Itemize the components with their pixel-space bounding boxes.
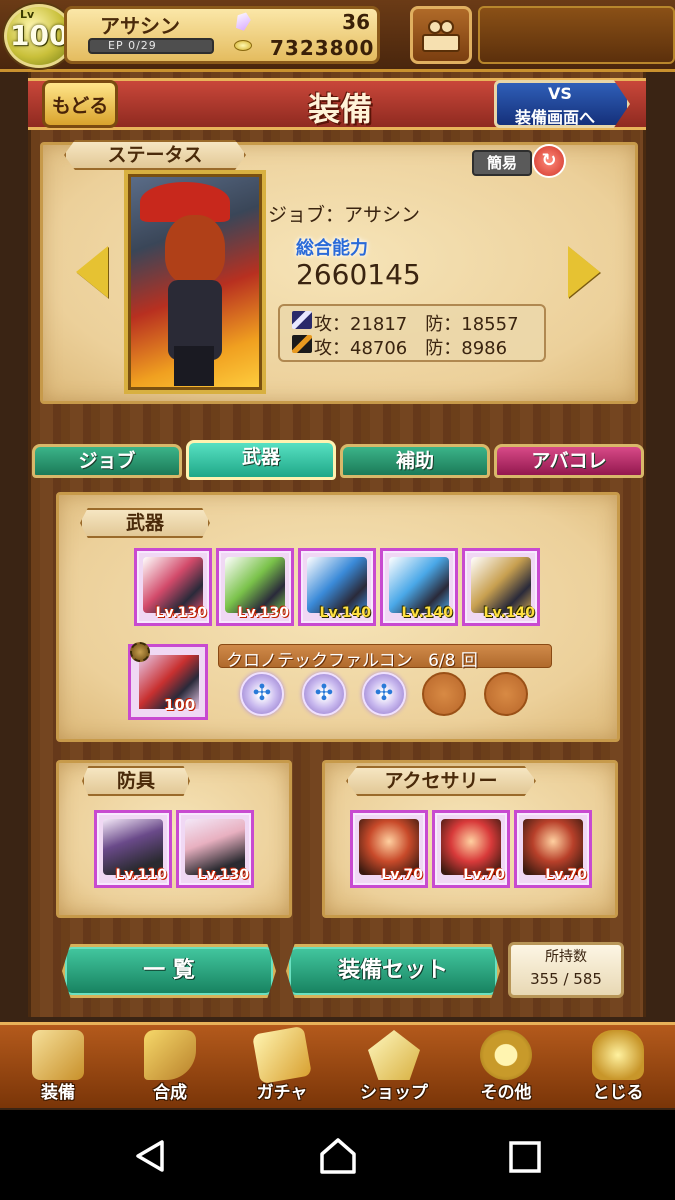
gold-icon bbox=[234, 40, 252, 51]
accessory-slot-1[interactable]: Lv.70 bbox=[350, 810, 428, 888]
gold-count: 7323800 bbox=[270, 36, 375, 60]
crystal-count: 36 bbox=[342, 10, 370, 34]
android-navigation-bar bbox=[0, 1110, 675, 1200]
nav-label: とじる bbox=[592, 1083, 644, 1103]
armor-level-1: Lv.110 bbox=[115, 867, 167, 883]
accessory-level-3: Lv.70 bbox=[545, 867, 587, 883]
page-title: 装備 bbox=[307, 90, 372, 128]
list-button[interactable]: 一 覧 bbox=[62, 944, 276, 998]
staff-icon bbox=[292, 335, 312, 353]
simple-view-toggle[interactable]: 簡易 bbox=[472, 150, 532, 176]
selected-weapon-level: 100 bbox=[164, 696, 196, 714]
header-decoration bbox=[478, 6, 675, 64]
weapon-slot-2[interactable]: Lv.130 bbox=[216, 548, 294, 626]
accessory-slot-3[interactable]: Lv.70 bbox=[514, 810, 592, 888]
armor-section-title: 防具 bbox=[82, 766, 190, 796]
armor-slot-1[interactable]: Lv.110 bbox=[94, 810, 172, 888]
weapon-level-2: Lv.130 bbox=[237, 605, 289, 621]
refresh-icon[interactable]: ↻ bbox=[532, 144, 566, 178]
skill-icon: ✣ bbox=[252, 681, 272, 706]
tab-avacolle[interactable]: アバコレ bbox=[494, 444, 644, 478]
inventory-count-label: 所持数 bbox=[545, 949, 587, 965]
level-value: 100 bbox=[10, 19, 69, 52]
nav-other[interactable]: その他 bbox=[450, 1026, 562, 1106]
tab-support[interactable]: 補助 bbox=[340, 444, 490, 478]
back-button[interactable]: もどる bbox=[42, 80, 118, 128]
gacha-icon bbox=[252, 1025, 312, 1085]
weapon-name-text: クロノテックファルコン bbox=[226, 651, 413, 671]
accessory-level-1: Lv.70 bbox=[381, 867, 423, 883]
nav-close[interactable]: とじる bbox=[562, 1026, 674, 1106]
total-power-value: 2660145 bbox=[296, 258, 421, 291]
player-name: アサシン bbox=[100, 14, 180, 38]
weapon-level-3: Lv.140 bbox=[319, 605, 371, 621]
tab-weapon[interactable]: 武器 bbox=[186, 440, 336, 480]
back-triangle-icon[interactable] bbox=[132, 1138, 168, 1174]
nav-label: 装備 bbox=[41, 1083, 75, 1103]
character-hair bbox=[165, 215, 225, 285]
skill-slot-3[interactable]: ✣ bbox=[362, 672, 406, 716]
armor-level-2: Lv.130 bbox=[197, 867, 249, 883]
vs-button-label-top: VS bbox=[548, 84, 572, 103]
vs-button-label-bottom: 装備画面へ bbox=[514, 108, 595, 127]
skill-slot-4[interactable] bbox=[422, 672, 466, 716]
skill-slot-2[interactable]: ✣ bbox=[302, 672, 346, 716]
weapon-slot-5[interactable]: Lv.140 bbox=[462, 548, 540, 626]
recents-square-icon[interactable] bbox=[508, 1140, 542, 1174]
equip-icon bbox=[32, 1030, 84, 1080]
accessory-section-title: アクセサリー bbox=[346, 766, 536, 796]
job-label: ジョブ：アサシン bbox=[268, 204, 421, 226]
nav-label: ショップ bbox=[360, 1083, 428, 1103]
skill-icon: ✣ bbox=[314, 681, 334, 706]
skill-icon: ✣ bbox=[374, 681, 394, 706]
weapon-level-4: Lv.140 bbox=[401, 605, 453, 621]
weapon-slot-1[interactable]: Lv.130 bbox=[134, 548, 212, 626]
weapon-uses: 6/8 回 bbox=[428, 651, 478, 671]
nav-equip[interactable]: 装備 bbox=[2, 1026, 114, 1106]
friends-book-icon bbox=[422, 20, 460, 52]
close-icon bbox=[592, 1030, 644, 1080]
friends-button[interactable] bbox=[410, 6, 472, 64]
nav-label: その他 bbox=[480, 1083, 532, 1103]
nav-shop[interactable]: ショップ bbox=[338, 1026, 450, 1106]
skill-slot-1[interactable]: ✣ bbox=[240, 672, 284, 716]
sword-icon bbox=[292, 311, 312, 329]
total-power-label: 総合能力 bbox=[296, 238, 368, 259]
character-legs bbox=[174, 346, 214, 386]
home-icon[interactable] bbox=[318, 1136, 358, 1176]
status-section-title: ステータス bbox=[64, 140, 246, 170]
weapon-slot-3[interactable]: Lv.140 bbox=[298, 548, 376, 626]
equip-set-button[interactable]: 装備セット bbox=[286, 944, 500, 998]
tab-job[interactable]: ジョブ bbox=[32, 444, 182, 478]
nav-gacha[interactable]: ガチャ bbox=[226, 1025, 338, 1106]
weapon-name: クロノテックファルコン 6/8 回 bbox=[226, 646, 478, 671]
prev-character-arrow[interactable] bbox=[76, 246, 108, 298]
weapon-section-title: 武器 bbox=[80, 508, 210, 538]
hammer-icon bbox=[144, 1030, 196, 1080]
weapon-level-5: Lv.140 bbox=[483, 605, 535, 621]
next-character-arrow[interactable] bbox=[568, 246, 600, 298]
gear-icon bbox=[130, 642, 150, 662]
weapon-slot-4[interactable]: Lv.140 bbox=[380, 548, 458, 626]
armor-slot-2[interactable]: Lv.130 bbox=[176, 810, 254, 888]
nav-label: 合成 bbox=[153, 1083, 187, 1103]
nav-synthesis[interactable]: 合成 bbox=[114, 1026, 226, 1106]
physical-stats: 攻：21817 防：18557 bbox=[314, 314, 519, 335]
magic-stats: 攻：48706 防：8986 bbox=[314, 338, 508, 359]
inventory-count-value: 355 / 585 bbox=[530, 970, 602, 988]
accessory-level-2: Lv.70 bbox=[463, 867, 505, 883]
weapon-level-1: Lv.130 bbox=[155, 605, 207, 621]
shop-icon bbox=[368, 1030, 420, 1080]
ep-label: EP 0/29 bbox=[108, 39, 157, 52]
skill-slot-5[interactable] bbox=[484, 672, 528, 716]
gear-icon bbox=[480, 1030, 532, 1080]
accessory-slot-2[interactable]: Lv.70 bbox=[432, 810, 510, 888]
nav-label: ガチャ bbox=[256, 1083, 308, 1103]
